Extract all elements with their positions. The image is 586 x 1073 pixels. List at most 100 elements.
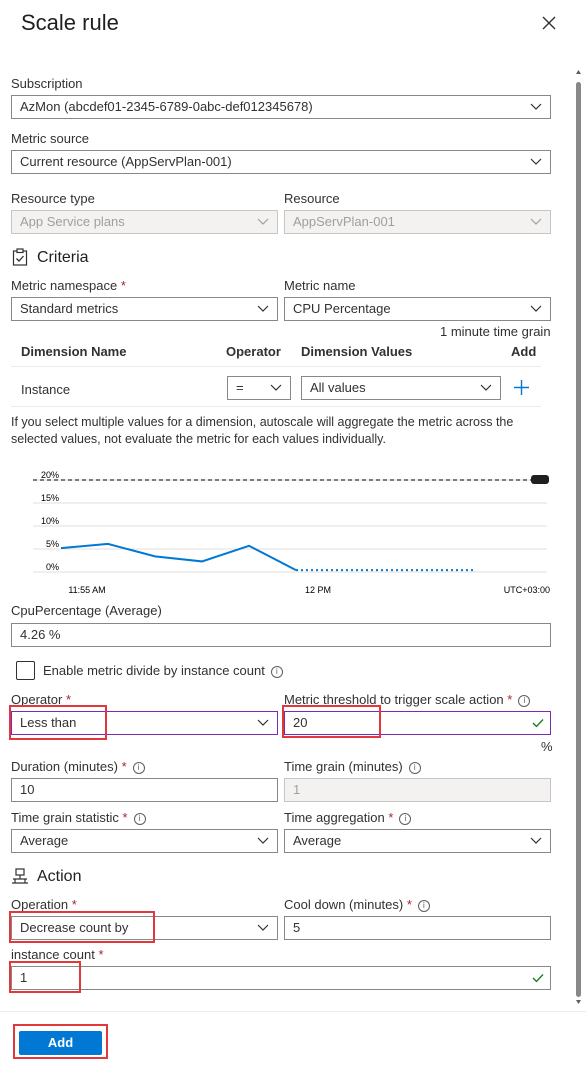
instance-count-value: 1 (20, 970, 28, 985)
info-icon[interactable]: i (399, 812, 412, 825)
panel-title: Scale rule (21, 10, 119, 35)
chevron-down-icon (257, 924, 269, 931)
info-icon[interactable]: i (132, 761, 145, 774)
chart-timezone: UTC+03:00 (504, 585, 550, 595)
threshold-label-text: Metric threshold to trigger scale action (284, 692, 504, 707)
checkmark-icon (532, 719, 544, 728)
dimension-row-name: Instance (21, 382, 71, 397)
resource-type-value: App Service plans (20, 214, 125, 229)
cool-down-label-text: Cool down (minutes) (284, 897, 404, 912)
time-aggregation-select[interactable]: Average (284, 829, 551, 853)
metric-namespace-value: Standard metrics (20, 301, 119, 316)
time-grain-label-text: Time grain (minutes) (284, 759, 403, 774)
instance-count-label: instance count * (11, 947, 104, 962)
time-grain-note: 1 minute time grain (440, 324, 551, 339)
operator-header: Operator (226, 344, 281, 359)
threshold-input[interactable]: 20 (284, 711, 551, 735)
dimension-values-header: Dimension Values (301, 344, 413, 359)
metric-source-label: Metric source (11, 131, 90, 146)
required-marker: * (98, 947, 104, 962)
chart-x-tick: 11:55 AM (68, 585, 105, 595)
cool-down-label: Cool down (minutes) * i (284, 897, 430, 912)
operator-select[interactable]: Less than (11, 711, 278, 735)
time-aggregation-label-text: Time aggregation (284, 810, 385, 825)
table-divider (11, 406, 541, 407)
dimension-values-select[interactable]: All values (301, 376, 501, 400)
operation-label: Operation * (11, 897, 77, 912)
time-grain-statistic-label-text: Time grain statistic (11, 810, 119, 825)
clipboard-check-icon (12, 248, 28, 266)
chart-y-tick: 10% (41, 516, 59, 526)
enable-divide-label-text: Enable metric divide by instance count (43, 663, 265, 678)
checkmark-icon (532, 974, 544, 983)
operation-value: Decrease count by (20, 920, 129, 935)
time-grain-statistic-select[interactable]: Average (11, 829, 278, 853)
info-icon[interactable]: i (133, 812, 146, 825)
info-icon[interactable]: i (270, 665, 283, 678)
operation-select[interactable]: Decrease count by (11, 916, 278, 940)
dimension-operator-value: = (236, 380, 244, 395)
action-icon (12, 868, 28, 884)
operator-label-text: Operator (11, 692, 63, 707)
scrollbar-thumb[interactable] (576, 82, 581, 997)
metric-chart: 20% 15% 10% 5% 0% 11:55 AM 12 PM UTC+03:00 (33, 470, 550, 595)
chart-y-tick: 20% (41, 470, 59, 480)
operator-label: Operator * (11, 692, 71, 707)
time-aggregation-value: Average (293, 833, 342, 848)
operator-value: Less than (20, 715, 77, 730)
action-heading: Action (37, 868, 82, 885)
chevron-down-icon (270, 384, 282, 391)
instance-count-input[interactable]: 1 (11, 966, 551, 990)
resource-type-select: App Service plans (11, 210, 278, 234)
metric-source-value: Current resource (AppServPlan-001) (20, 154, 232, 169)
chevron-down-icon (257, 837, 269, 844)
metric-name-label: Metric name (284, 278, 356, 293)
enable-divide-checkbox[interactable] (16, 661, 35, 680)
footer-divider (0, 1011, 586, 1012)
chart-y-tick: 0% (46, 562, 59, 572)
metric-name-select[interactable]: CPU Percentage (284, 297, 551, 321)
add-button[interactable]: Add (19, 1031, 102, 1055)
enable-divide-label: Enable metric divide by instance count i (43, 663, 283, 678)
dimension-note: If you select multiple values for a dime… (11, 415, 514, 446)
metric-source-select[interactable]: Current resource (AppServPlan-001) (11, 150, 551, 174)
dimension-values-value: All values (310, 380, 366, 395)
plus-icon[interactable] (513, 379, 530, 396)
required-marker: * (122, 810, 128, 825)
dimension-operator-select[interactable]: = (227, 376, 291, 400)
chevron-down-icon (530, 305, 542, 312)
required-marker: * (406, 897, 412, 912)
chart-series-line (60, 542, 297, 572)
subscription-label: Subscription (11, 76, 83, 91)
time-grain-label: Time grain (minutes) i (284, 759, 421, 774)
chevron-down-icon (257, 719, 269, 726)
required-marker: * (120, 278, 126, 293)
metric-summary-label: CpuPercentage (Average) (11, 603, 162, 618)
required-marker: * (388, 810, 394, 825)
info-icon[interactable]: i (518, 694, 531, 707)
cool-down-input[interactable]: 5 (284, 916, 551, 940)
info-icon[interactable]: i (417, 899, 430, 912)
time-aggregation-label: Time aggregation * i (284, 810, 412, 825)
instance-count-label-text: instance count (11, 947, 95, 962)
resource-label: Resource (284, 191, 340, 206)
time-grain-input: 1 (284, 778, 551, 802)
duration-label-text: Duration (minutes) (11, 759, 118, 774)
threshold-value: 20 (293, 715, 308, 730)
close-icon[interactable] (540, 14, 558, 32)
info-icon[interactable]: i (408, 761, 421, 774)
required-marker: * (71, 897, 77, 912)
chevron-down-icon (257, 305, 269, 312)
required-marker: * (507, 692, 513, 707)
resource-value: AppServPlan-001 (293, 214, 395, 229)
resource-type-label: Resource type (11, 191, 95, 206)
chevron-down-icon (530, 837, 542, 844)
required-marker: * (121, 759, 127, 774)
subscription-select[interactable]: AzMon (abcdef01-2345-6789-0abc-def012345… (11, 95, 551, 119)
time-grain-statistic-label: Time grain statistic * i (11, 810, 146, 825)
duration-input[interactable]: 10 (11, 778, 278, 802)
chart-y-tick: 15% (41, 493, 59, 503)
metric-namespace-select[interactable]: Standard metrics (11, 297, 278, 321)
chevron-down-icon (257, 218, 269, 225)
chevron-down-icon (530, 103, 542, 110)
